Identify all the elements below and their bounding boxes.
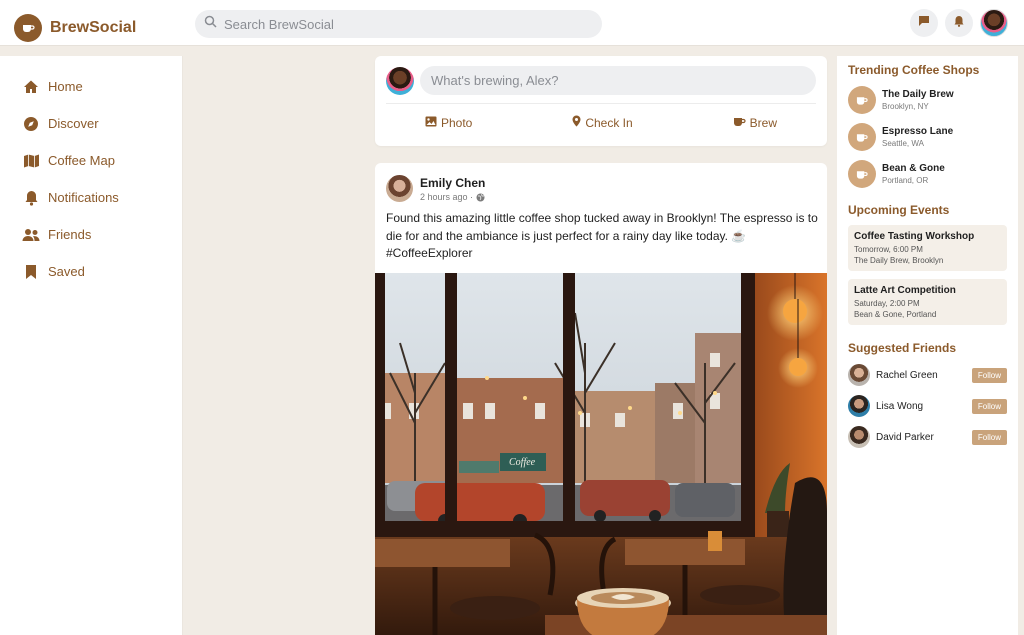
event-location: The Daily Brew, Brooklyn — [854, 256, 944, 265]
author-avatar[interactable] — [386, 175, 413, 202]
trending-title: Trending Coffee Shops — [848, 63, 980, 77]
left-sidebar: Home Discover Coffee Map Notifications F… — [0, 56, 183, 635]
notifications-button[interactable] — [945, 9, 973, 37]
coffee-cup-icon — [733, 116, 750, 130]
suggested-friend: Rachel Green Follow — [848, 364, 1007, 386]
sidebar-item-label: Notifications — [48, 190, 119, 205]
coffee-cup-icon — [848, 86, 876, 114]
sidebar-item-label: Saved — [48, 264, 85, 279]
post-time: 2 hours ago · — [420, 192, 474, 202]
sidebar-item-discover[interactable]: Discover — [0, 105, 182, 142]
right-panel: Trending Coffee Shops The Daily Brew Bro… — [837, 56, 1018, 635]
post-photo[interactable]: Coffee — [375, 273, 827, 635]
coffee-cup-logo-icon — [14, 14, 42, 42]
event-time: Saturday, 2:00 PM — [854, 299, 920, 308]
event-location: Bean & Gone, Portland — [854, 310, 937, 319]
messages-button[interactable] — [910, 9, 938, 37]
trending-shop[interactable]: The Daily Brew Brooklyn, NY — [848, 86, 1007, 114]
search-icon — [204, 15, 217, 33]
sidebar-item-label: Coffee Map — [48, 153, 115, 168]
friend-name[interactable]: Lisa Wong — [876, 401, 972, 412]
search-input[interactable] — [224, 16, 584, 32]
coffee-cup-icon — [848, 123, 876, 151]
friend-name[interactable]: David Parker — [876, 432, 972, 443]
brand[interactable]: BrewSocial — [14, 14, 136, 42]
friend-name[interactable]: Rachel Green — [876, 370, 972, 381]
follow-button[interactable]: Follow — [971, 398, 1007, 414]
event-card[interactable]: Latte Art Competition Saturday, 2:00 PM … — [848, 279, 1007, 325]
bookmark-icon — [22, 263, 40, 281]
globe-icon — [476, 193, 485, 202]
event-time: Tomorrow, 6:00 PM — [854, 245, 923, 254]
brand-name: BrewSocial — [50, 19, 137, 36]
map-pin-icon — [572, 115, 585, 130]
sidebar-item-label: Home — [48, 79, 83, 94]
check-in-button[interactable]: Check In — [566, 112, 638, 133]
users-icon — [22, 226, 40, 244]
sidebar-item-label: Friends — [48, 227, 92, 242]
sidebar-item-friends[interactable]: Friends — [0, 216, 182, 253]
suggested-friends-title: Suggested Friends — [848, 341, 957, 355]
home-icon — [22, 78, 40, 96]
composer-divider — [386, 103, 816, 104]
image-icon — [425, 116, 441, 130]
composer-actions: Photo Check In Brew — [375, 112, 827, 133]
brew-button[interactable]: Brew — [727, 112, 783, 133]
shop-name: Espresso Lane — [882, 126, 954, 137]
bell-icon — [953, 14, 965, 32]
suggested-friend: David Parker Follow — [848, 426, 1007, 448]
sidebar-item-home[interactable]: Home — [0, 68, 182, 105]
top-header: BrewSocial — [0, 0, 1024, 46]
follow-button[interactable]: Follow — [971, 429, 1007, 445]
sidebar-item-label: Discover — [48, 116, 99, 131]
post-text: Found this amazing little coffee shop tu… — [386, 211, 818, 260]
feed-post: Emily Chen 2 hours ago · Found this amaz… — [375, 163, 827, 635]
user-avatar[interactable] — [980, 9, 1008, 37]
compass-icon — [22, 115, 40, 133]
event-title: Latte Art Competition — [854, 285, 956, 296]
composer-avatar — [386, 67, 414, 95]
sidebar-item-coffee-map[interactable]: Coffee Map — [0, 142, 182, 179]
events-title: Upcoming Events — [848, 203, 950, 217]
composer-input[interactable] — [420, 66, 816, 95]
bell-icon — [22, 189, 40, 207]
friend-avatar[interactable] — [848, 395, 870, 417]
message-icon — [918, 14, 930, 32]
sidebar-item-notifications[interactable]: Notifications — [0, 179, 182, 216]
event-title: Coffee Tasting Workshop — [854, 231, 975, 242]
shop-location: Brooklyn, NY — [882, 102, 929, 111]
shop-location: Portland, OR — [882, 176, 929, 185]
post-composer: Photo Check In Brew — [375, 56, 827, 146]
map-icon — [22, 152, 40, 170]
photo-label: Photo — [440, 115, 473, 130]
header-actions — [910, 9, 1008, 37]
shop-location: Seattle, WA — [882, 139, 924, 148]
search-bar[interactable] — [195, 10, 602, 38]
friend-avatar[interactable] — [848, 364, 870, 386]
trending-shop[interactable]: Bean & Gone Portland, OR — [848, 160, 1007, 188]
sidebar-item-saved[interactable]: Saved — [0, 253, 182, 290]
photo-button[interactable]: Photo — [419, 112, 478, 133]
brew-label: Brew — [749, 115, 777, 130]
news-feed: Photo Check In Brew Emily Chen 2 hours a… — [375, 56, 827, 635]
post-author[interactable]: Emily Chen — [420, 176, 485, 190]
friend-avatar[interactable] — [848, 426, 870, 448]
shop-name: The Daily Brew — [882, 89, 954, 100]
shop-name: Bean & Gone — [882, 163, 945, 174]
follow-button[interactable]: Follow — [971, 367, 1007, 383]
coffee-cup-icon — [848, 160, 876, 188]
check-in-label: Check In — [585, 115, 633, 130]
trending-shop[interactable]: Espresso Lane Seattle, WA — [848, 123, 1007, 151]
post-meta: 2 hours ago · — [420, 192, 485, 202]
suggested-friend: Lisa Wong Follow — [848, 395, 1007, 417]
coffee-sign-text: Coffee — [509, 457, 536, 468]
event-card[interactable]: Coffee Tasting Workshop Tomorrow, 6:00 P… — [848, 225, 1007, 271]
